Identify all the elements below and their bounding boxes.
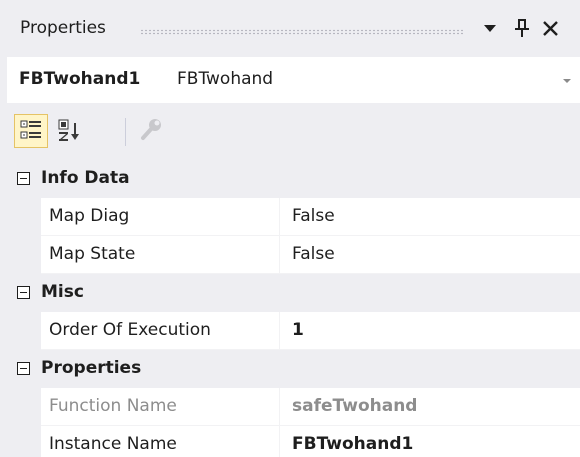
properties-toolbar: [7, 108, 580, 156]
row-gutter: [7, 388, 41, 426]
panel-titlebar: Properties: [0, 0, 580, 54]
chevron-down-icon[interactable]: [562, 77, 572, 85]
property-name[interactable]: Map State: [41, 236, 280, 274]
alphabetical-button[interactable]: [53, 114, 87, 148]
window-position-dropdown-button[interactable]: [479, 16, 501, 40]
property-row-map-state[interactable]: Map State False: [7, 236, 580, 274]
property-value[interactable]: False: [280, 198, 580, 236]
property-grid: Info Data Map Diag False Map State False…: [7, 160, 580, 457]
property-row-map-diag[interactable]: Map Diag False: [7, 198, 580, 236]
property-name[interactable]: Instance Name: [41, 426, 280, 457]
object-selector-combobox[interactable]: FBTwohand1 FBTwohand: [7, 57, 580, 103]
category-row-properties[interactable]: Properties: [7, 350, 580, 388]
collapse-icon[interactable]: [17, 286, 30, 299]
property-name[interactable]: Map Diag: [41, 198, 280, 236]
row-gutter: [7, 236, 41, 274]
titlebar-grip[interactable]: [140, 29, 465, 35]
close-icon: [543, 21, 558, 36]
row-gutter: [7, 198, 41, 236]
property-name[interactable]: Function Name: [41, 388, 280, 426]
dropdown-arrow-icon: [484, 25, 496, 32]
property-row-instance-name[interactable]: Instance Name FBTwohand1: [7, 426, 580, 457]
category-label: Misc: [41, 282, 84, 302]
collapse-icon[interactable]: [17, 172, 30, 185]
category-label: Info Data: [41, 168, 130, 188]
property-name[interactable]: Order Of Execution: [41, 312, 280, 350]
close-button[interactable]: [540, 16, 562, 40]
pin-icon: [515, 19, 529, 37]
property-value[interactable]: 1: [280, 312, 580, 350]
selected-object-type: FBTwohand: [177, 69, 274, 89]
wrench-icon: [141, 119, 161, 140]
property-row-order-of-execution[interactable]: Order Of Execution 1: [7, 312, 580, 350]
categorized-button[interactable]: [14, 114, 48, 148]
category-label: Properties: [41, 358, 142, 378]
property-row-function-name[interactable]: Function Name safeTwohand: [7, 388, 580, 426]
auto-hide-pin-button[interactable]: [510, 16, 532, 40]
row-gutter: [7, 426, 41, 457]
toolbar-separator: [125, 118, 126, 146]
category-row-misc[interactable]: Misc: [7, 274, 580, 312]
property-pages-button[interactable]: [134, 114, 168, 148]
panel-title: Properties: [20, 18, 106, 38]
categorized-icon: [20, 120, 41, 139]
category-row-info-data[interactable]: Info Data: [7, 160, 580, 198]
selected-object-name: FBTwohand1: [19, 69, 141, 89]
property-value[interactable]: safeTwohand: [280, 388, 580, 426]
property-value[interactable]: False: [280, 236, 580, 274]
row-gutter: [7, 312, 41, 350]
properties-panel: Properties FBTwohand1 FBTwohand Info Dat…: [0, 0, 580, 457]
alphabetical-sort-icon: [58, 119, 79, 141]
property-value[interactable]: FBTwohand1: [280, 426, 580, 457]
collapse-icon[interactable]: [17, 362, 30, 375]
